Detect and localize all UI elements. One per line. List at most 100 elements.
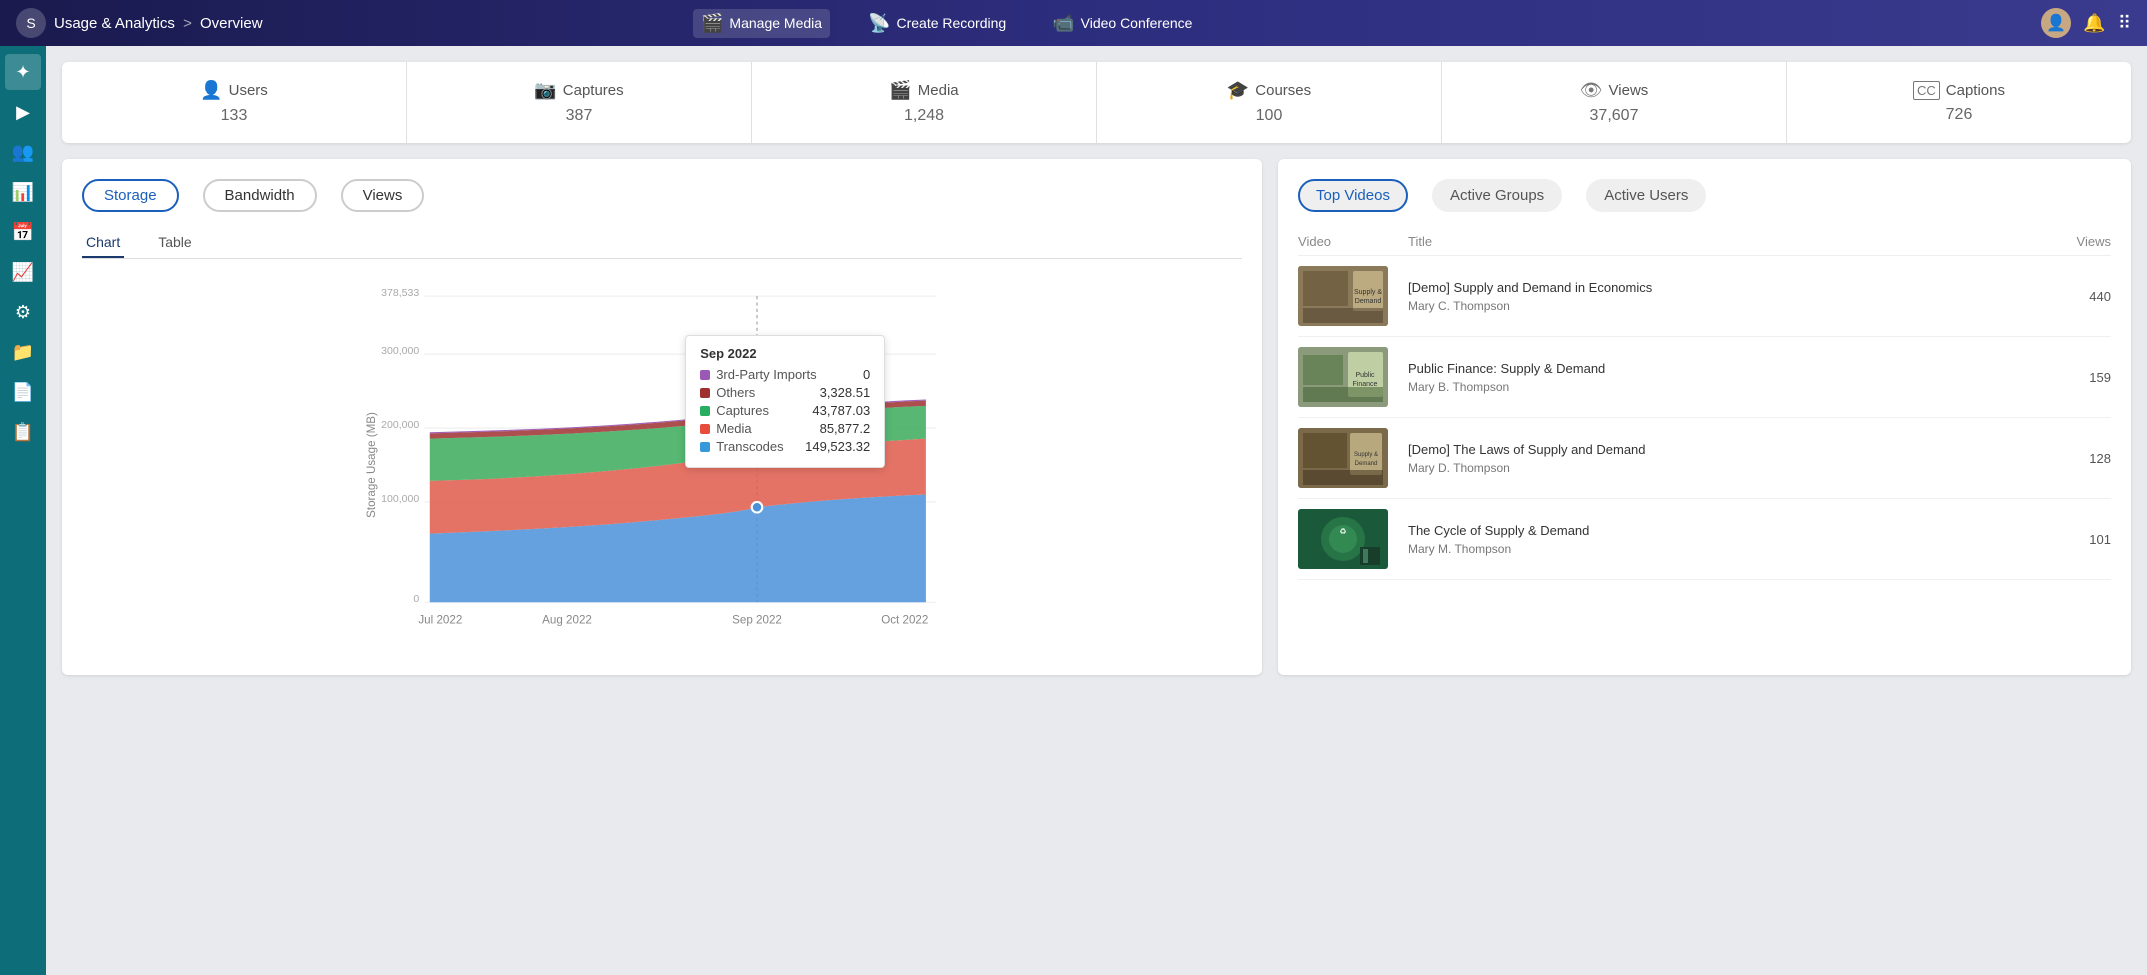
stat-courses-value: 100 [1256,107,1283,125]
top-nav: S Usage & Analytics > Overview 🎬 Manage … [0,0,2147,46]
tooltip-val-captures: 43,787.03 [812,403,870,418]
svg-text:Supply &: Supply & [1354,289,1382,296]
user-avatar[interactable]: 👤 [2041,8,2071,38]
sidebar-item-chart[interactable]: 📈 [5,254,41,290]
svg-text:300,000: 300,000 [381,345,419,357]
media-icon: 🎬 [889,80,911,101]
breadcrumb: Usage & Analytics > Overview [54,15,263,32]
video-table-header: Video Title Views [1298,228,2111,256]
tooltip-color-3rdparty [700,370,710,380]
svg-text:Supply &: Supply & [1354,452,1378,458]
stat-media-label: Media [918,82,959,99]
chart-tooltip: Sep 2022 3rd-Party Imports 0 Others 3,32… [685,335,885,468]
svg-text:0: 0 [413,593,419,605]
table-row[interactable]: Supply & Demand [Demo] Supply and Demand… [1298,256,2111,337]
grid-icon[interactable]: ⠿ [2118,13,2131,34]
stat-captures[interactable]: 📷 Captures 387 [407,62,752,143]
stat-users-value: 133 [221,107,248,125]
nav-create-recording[interactable]: 📡 Create Recording [860,9,1014,38]
tooltip-label-others: Others [716,385,813,400]
tooltip-color-others [700,388,710,398]
video-thumb-1: Supply & Demand [1298,266,1388,326]
stats-bar: 👤 Users 133 📷 Captures 387 🎬 Media 1,248 [62,62,2131,143]
table-row[interactable]: ♻ The Cycle of Supply & Demand Mary M. T… [1298,499,2111,580]
tooltip-row-transcodes: Transcodes 149,523.32 [700,439,870,454]
stat-captures-value: 387 [566,107,593,125]
sub-tab-chart[interactable]: Chart [82,228,124,258]
sidebar-item-home[interactable]: ✦ [5,54,41,90]
col-header-title: Title [1408,234,2051,249]
tab-views[interactable]: Views [341,179,425,212]
stat-courses[interactable]: 🎓 Courses 100 [1097,62,1442,143]
video-author-2: Mary B. Thompson [1408,380,2051,394]
table-row[interactable]: Public Finance Public Finance: Supply & … [1298,337,2111,418]
tab-active-groups[interactable]: Active Groups [1432,179,1562,212]
svg-text:Finance: Finance [1353,381,1378,388]
right-panel: Top Videos Active Groups Active Users Vi… [1278,159,2131,675]
svg-text:Oct 2022: Oct 2022 [881,613,928,626]
svg-text:♻: ♻ [1339,527,1346,536]
sidebar-item-calendar[interactable]: 📅 [5,214,41,250]
tooltip-color-transcodes [700,442,710,452]
svg-text:200,000: 200,000 [381,419,419,431]
video-views-3: 128 [2051,451,2111,466]
tooltip-title: Sep 2022 [700,346,870,361]
svg-text:Public: Public [1355,372,1375,379]
sidebar-item-settings[interactable]: ⚙ [5,294,41,330]
sidebar-item-clipboard[interactable]: 📋 [5,414,41,450]
create-recording-icon: 📡 [868,13,890,34]
tooltip-label-captures: Captures [716,403,806,418]
tooltip-row-3rdparty: 3rd-Party Imports 0 [700,367,870,382]
tab-top-videos[interactable]: Top Videos [1298,179,1408,212]
tooltip-row-captures: Captures 43,787.03 [700,403,870,418]
sub-tab-table[interactable]: Table [154,228,195,258]
stat-users[interactable]: 👤 Users 133 [62,62,407,143]
col-header-video: Video [1298,234,1408,249]
svg-text:100,000: 100,000 [381,493,419,505]
svg-text:Demand: Demand [1355,298,1382,305]
chart-svg: Storage Usage (MB) 378,533 300,000 200,0… [82,275,1242,655]
nav-right: 👤 🔔 ⠿ [2041,8,2131,38]
tooltip-val-media: 85,877.2 [820,421,871,436]
col-header-views: Views [2051,234,2111,249]
courses-icon: 🎓 [1227,80,1249,101]
chart-panel: Storage Bandwidth Views Chart Table Stor… [62,159,1262,675]
tab-storage[interactable]: Storage [82,179,179,212]
tooltip-color-captures [700,406,710,416]
sidebar-item-users[interactable]: 👥 [5,134,41,170]
views-icon: 👁 [1580,80,1603,101]
tab-bandwidth[interactable]: Bandwidth [203,179,317,212]
nav-manage-media-label: Manage Media [729,15,822,31]
tab-active-users[interactable]: Active Users [1586,179,1706,212]
nav-center: 🎬 Manage Media 📡 Create Recording 📹 Vide… [693,9,1200,38]
captures-icon: 📷 [534,80,556,101]
sidebar-item-play[interactable]: ▶ [5,94,41,130]
stat-views[interactable]: 👁 Views 37,607 [1442,62,1787,143]
video-thumb-3: Supply & Demand [1298,428,1388,488]
main-layout: ✦ ▶ 👥 📊 📅 📈 ⚙ 📁 📄 📋 👤 Users 133 📷 Capt [0,46,2147,975]
sidebar: ✦ ▶ 👥 📊 📅 📈 ⚙ 📁 📄 📋 [0,46,46,975]
tooltip-label-3rdparty: 3rd-Party Imports [716,367,857,382]
stat-courses-label: Courses [1255,82,1311,99]
video-author-1: Mary C. Thompson [1408,299,2051,313]
app-logo[interactable]: S Usage & Analytics > Overview [16,8,263,38]
stat-users-label: Users [229,82,268,99]
video-conference-icon: 📹 [1052,13,1074,34]
table-row[interactable]: Supply & Demand [Demo] The Laws of Suppl… [1298,418,2111,499]
sidebar-item-files[interactable]: 📁 [5,334,41,370]
sidebar-item-analytics[interactable]: 📊 [5,174,41,210]
svg-text:Storage Usage (MB): Storage Usage (MB) [365,412,378,518]
tooltip-label-transcodes: Transcodes [716,439,799,454]
bell-icon[interactable]: 🔔 [2083,13,2105,34]
video-thumb-2: Public Finance [1298,347,1388,407]
nav-manage-media[interactable]: 🎬 Manage Media [693,9,830,38]
video-thumb-4: ♻ [1298,509,1388,569]
stat-media[interactable]: 🎬 Media 1,248 [752,62,1097,143]
stat-captions[interactable]: CC Captions 726 [1787,62,2131,143]
stat-captions-value: 726 [1946,106,1973,124]
nav-video-conference[interactable]: 📹 Video Conference [1044,9,1200,38]
svg-text:Jul 2022: Jul 2022 [418,613,462,626]
stat-views-label: Views [1609,82,1649,99]
sidebar-item-reports[interactable]: 📄 [5,374,41,410]
video-title-3: [Demo] The Laws of Supply and Demand [1408,441,2051,459]
